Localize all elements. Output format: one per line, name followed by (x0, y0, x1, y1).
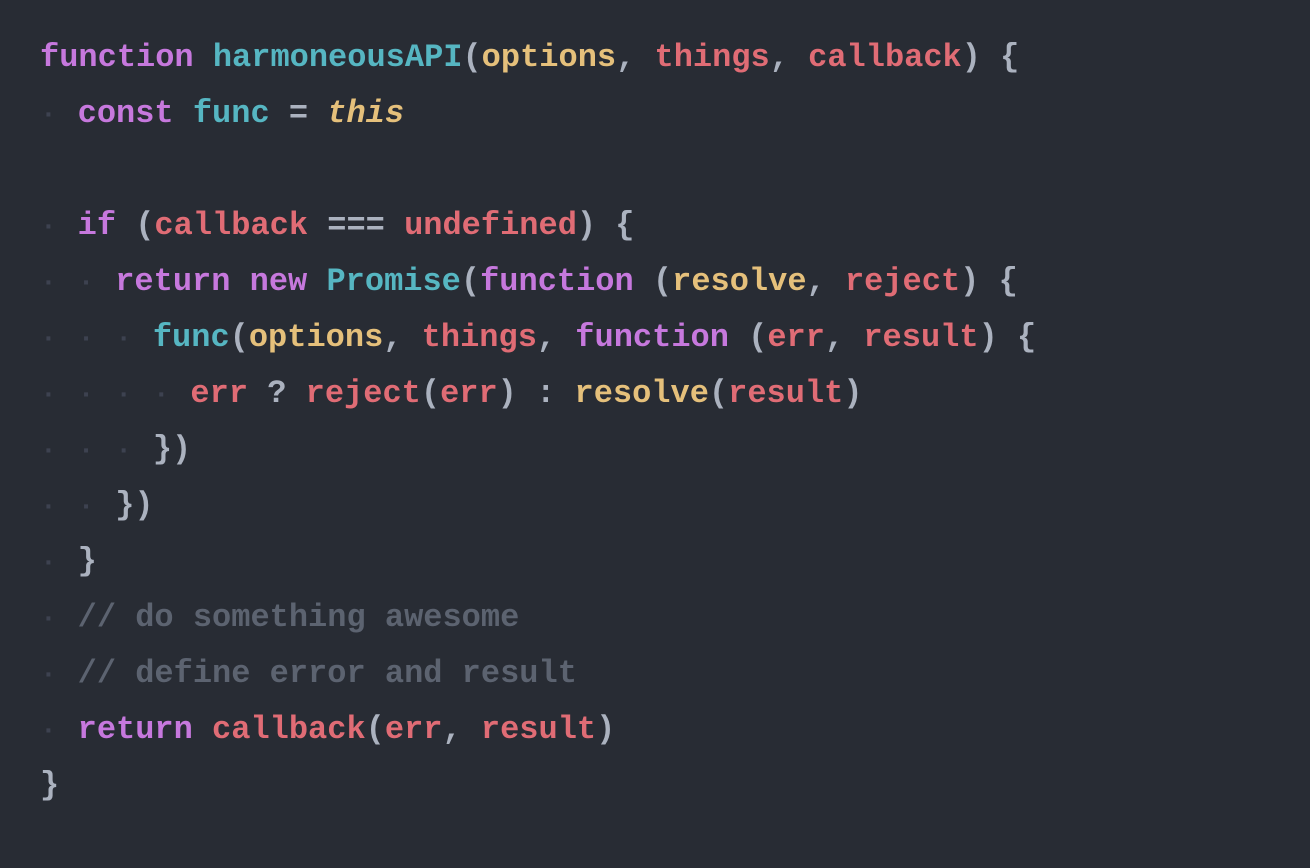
code-token: resolve (672, 254, 806, 310)
code-token: ( (748, 310, 767, 366)
code-token: } (78, 534, 97, 590)
code-token: , (442, 702, 480, 758)
code-token: things (422, 310, 537, 366)
code-token: callback (212, 702, 366, 758)
code-token: err (190, 366, 248, 422)
code-token: things (655, 30, 770, 86)
indent-dots: · (40, 539, 78, 588)
code-line: · · }) (40, 478, 1270, 534)
code-token: Promise (326, 254, 460, 310)
code-line: · return callback(err, result) (40, 702, 1270, 758)
code-token: undefined (404, 198, 577, 254)
code-token: , (807, 254, 845, 310)
code-token: , (770, 30, 808, 86)
code-token: result (863, 310, 978, 366)
code-token: ( (709, 366, 728, 422)
code-token: ) : (498, 366, 575, 422)
code-token: ) { (577, 198, 635, 254)
code-line: · if (callback === undefined) { (40, 198, 1270, 254)
code-token: ) (596, 702, 615, 758)
indent-dots: · (40, 707, 78, 756)
code-line: · · · func(options, things, function (er… (40, 310, 1270, 366)
code-token: ) (843, 366, 862, 422)
code-token: ? (248, 366, 306, 422)
indent-dots: · · (40, 483, 115, 532)
indent-dots: · (40, 91, 78, 140)
code-token: function (480, 254, 653, 310)
code-token: ) { (979, 310, 1037, 366)
code-token: // do something awesome (78, 590, 520, 646)
code-token: ( (366, 702, 385, 758)
indent-dots: · (40, 595, 78, 644)
code-token: callback (154, 198, 308, 254)
code-token: reject (845, 254, 960, 310)
code-line: · · · · err ? reject(err) : resolve(resu… (40, 366, 1270, 422)
code-token: callback (808, 30, 962, 86)
code-token: return (115, 254, 249, 310)
code-token: err (385, 702, 443, 758)
code-token: if (78, 198, 136, 254)
code-token: return (78, 702, 212, 758)
code-token: }) (153, 422, 191, 478)
code-token: func (153, 310, 230, 366)
code-token: new (250, 254, 327, 310)
code-token: ( (653, 254, 672, 310)
code-token: func (193, 86, 270, 142)
code-token: result (728, 366, 843, 422)
code-token: const (78, 86, 193, 142)
code-token: harmoneousAPI (213, 30, 463, 86)
code-token: err (440, 366, 498, 422)
code-token: function (40, 30, 213, 86)
indent-dots: · · (40, 259, 115, 308)
code-token: options (249, 310, 383, 366)
code-token: // define error and result (78, 646, 577, 702)
code-token: ( (230, 310, 249, 366)
code-token: options (482, 30, 616, 86)
code-token: result (481, 702, 596, 758)
code-token: , (825, 310, 863, 366)
code-line: · } (40, 534, 1270, 590)
code-token: ( (462, 30, 481, 86)
code-token: this (327, 86, 404, 142)
code-token: err (767, 310, 825, 366)
code-token: , (537, 310, 575, 366)
code-token: function (575, 310, 748, 366)
code-line: · · return new Promise(function (resolve… (40, 254, 1270, 310)
code-token: ( (461, 254, 480, 310)
code-line: function harmoneousAPI(options, things, … (40, 30, 1270, 86)
code-empty-line (40, 142, 1270, 198)
code-token: ) { (960, 254, 1018, 310)
indent-dots: · · · (40, 315, 153, 364)
code-token: ( (421, 366, 440, 422)
code-token: === (308, 198, 404, 254)
code-token: reject (306, 366, 421, 422)
code-token: , (616, 30, 654, 86)
code-token: resolve (574, 366, 708, 422)
indent-dots: · · · · (40, 371, 190, 420)
code-line: · // do something awesome (40, 590, 1270, 646)
indent-dots: · (40, 203, 78, 252)
code-token: , (383, 310, 421, 366)
code-token: ( (135, 198, 154, 254)
code-line: } (40, 758, 1270, 814)
indent-dots: · · · (40, 427, 153, 476)
indent-dots: · (40, 651, 78, 700)
code-token: = (270, 86, 328, 142)
code-token: }) (115, 478, 153, 534)
code-token: } (40, 758, 59, 814)
code-line: · · · }) (40, 422, 1270, 478)
code-line: · // define error and result (40, 646, 1270, 702)
code-editor: function harmoneousAPI(options, things, … (0, 0, 1310, 868)
code-line: · const func = this (40, 86, 1270, 142)
code-token: ) { (962, 30, 1020, 86)
